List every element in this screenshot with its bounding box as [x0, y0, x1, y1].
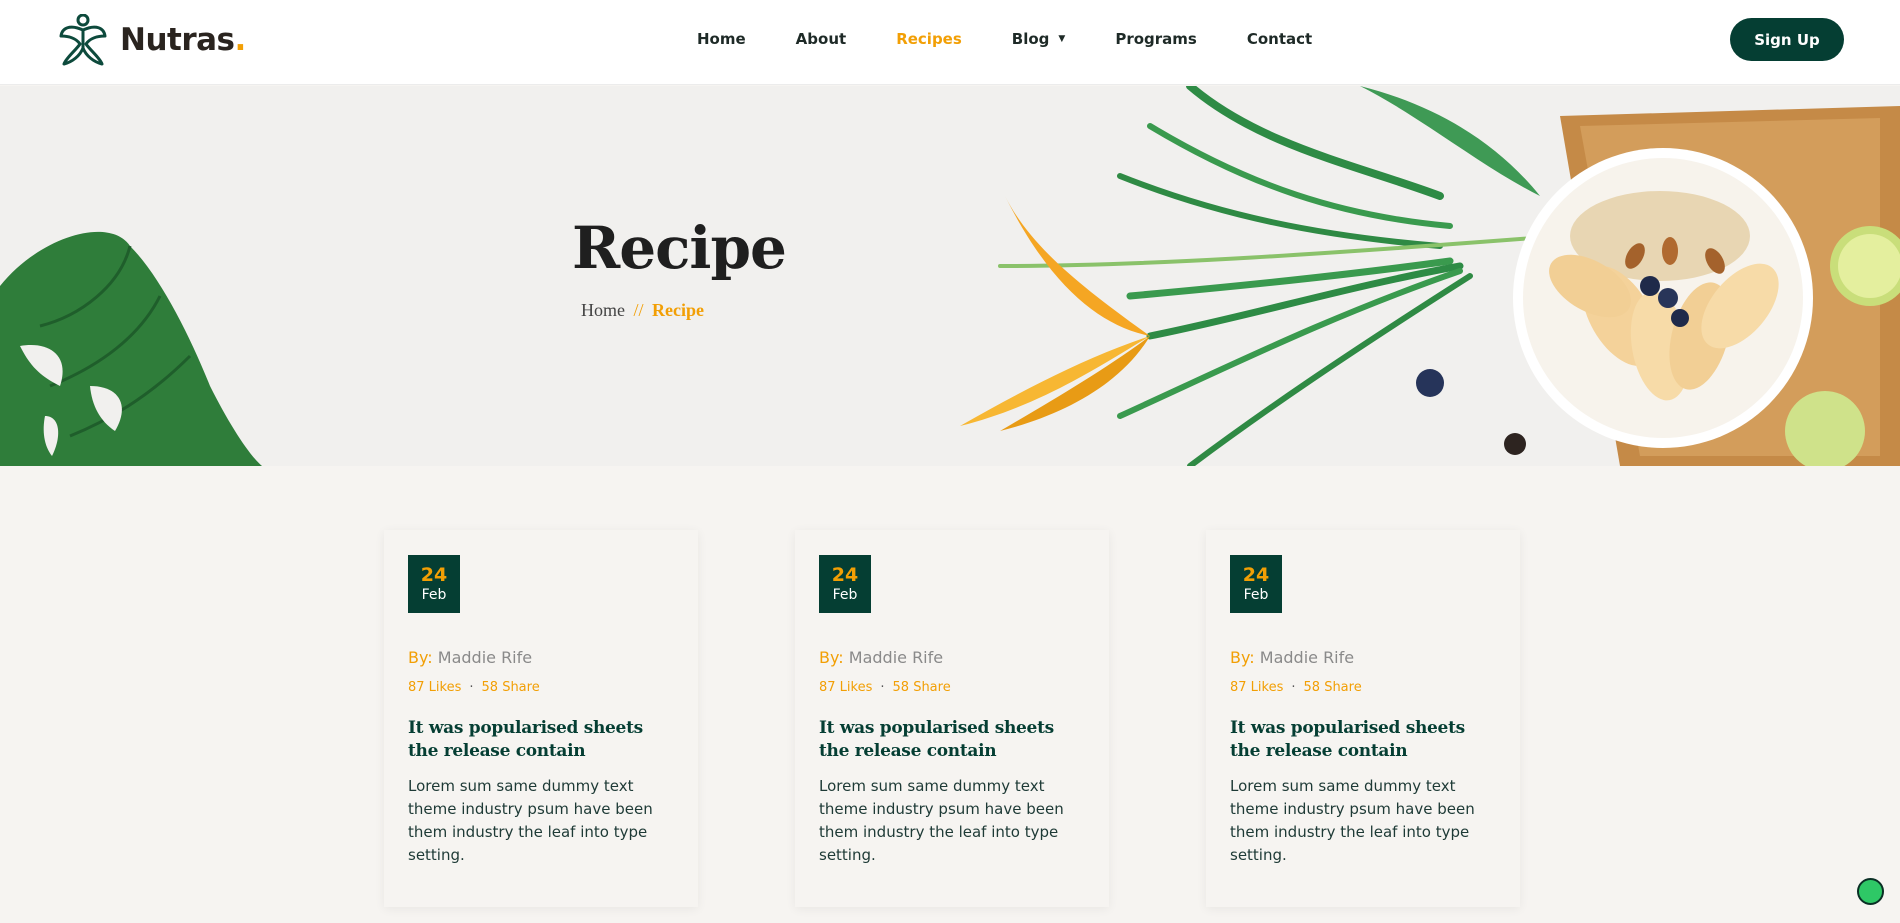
caret-down-icon: ▼	[1058, 34, 1066, 44]
post-meta: 87 Likes · 58 Share	[819, 680, 951, 695]
monstera-leaf-illustration	[0, 231, 262, 466]
meta-separator: ·	[469, 680, 474, 695]
nav-item-home[interactable]: Home	[697, 30, 746, 48]
date-badge: 24 Feb	[408, 555, 460, 613]
hero-background-image	[0, 86, 1900, 466]
date-month: Feb	[1243, 587, 1269, 603]
sign-up-button[interactable]: Sign Up	[1730, 18, 1844, 61]
author-label: By:	[1230, 648, 1255, 667]
author-line: By: Maddie Rife	[1230, 648, 1354, 667]
breadcrumb-home-link[interactable]: Home	[581, 300, 625, 320]
breadcrumb-separator: //	[633, 300, 644, 320]
nav-item-recipes[interactable]: Recipes	[896, 30, 962, 48]
likes-count: 87 Likes	[408, 680, 462, 695]
author-line: By: Maddie Rife	[408, 648, 532, 667]
bird-of-paradise-flower-illustration	[960, 196, 1150, 431]
date-badge: 24 Feb	[1230, 555, 1282, 613]
date-day: 24	[420, 564, 448, 586]
recipe-card[interactable]: 24 Feb By: Maddie Rife 87 Likes · 58 Share…	[384, 530, 698, 907]
nav-item-blog[interactable]: Blog ▼	[1012, 30, 1066, 48]
author-label: By:	[819, 648, 844, 667]
shares-count: 58 Share	[481, 680, 540, 695]
leaf-person-logo-icon	[59, 14, 107, 66]
fruit-bowl-illustration	[1513, 148, 1813, 448]
author-name: Maddie Rife	[848, 648, 944, 667]
chat-bubble-icon[interactable]	[1857, 878, 1884, 905]
shares-count: 58 Share	[892, 680, 951, 695]
date-month: Feb	[832, 587, 858, 603]
date-day: 24	[1242, 564, 1270, 586]
breadcrumb: Home // Recipe	[581, 300, 704, 321]
date-badge: 24 Feb	[819, 555, 871, 613]
author-line: By: Maddie Rife	[819, 648, 943, 667]
brand-logo[interactable]: Nutras.	[58, 14, 246, 66]
meta-separator: ·	[1291, 680, 1296, 695]
author-name: Maddie Rife	[437, 648, 533, 667]
recipe-card[interactable]: 24 Feb By: Maddie Rife 87 Likes · 58 Share…	[795, 530, 1109, 907]
post-meta: 87 Likes · 58 Share	[1230, 680, 1362, 695]
shares-count: 58 Share	[1303, 680, 1362, 695]
likes-count: 87 Likes	[819, 680, 873, 695]
main-nav: Home About Recipes Blog ▼ Programs Conta…	[697, 30, 1362, 48]
recipe-card-list: 24 Feb By: Maddie Rife 87 Likes · 58 Share…	[384, 530, 1520, 907]
date-day: 24	[831, 564, 859, 586]
blueberry-illustration	[1504, 433, 1526, 455]
likes-count: 87 Likes	[1230, 680, 1284, 695]
page-title: Recipe	[572, 214, 787, 282]
card-title[interactable]: It was popularised sheets the release co…	[1230, 717, 1500, 763]
author-label: By:	[408, 648, 433, 667]
page-hero: Recipe Home // Recipe	[0, 86, 1900, 466]
nav-item-programs[interactable]: Programs	[1115, 30, 1197, 48]
blueberry-illustration	[1416, 369, 1444, 397]
meta-separator: ·	[880, 680, 885, 695]
author-name: Maddie Rife	[1259, 648, 1355, 667]
card-title[interactable]: It was popularised sheets the release co…	[408, 717, 678, 763]
nav-item-blog-label: Blog	[1011, 30, 1050, 48]
recipe-card[interactable]: 24 Feb By: Maddie Rife 87 Likes · 58 Share…	[1206, 530, 1520, 907]
breadcrumb-current: Recipe	[652, 300, 704, 320]
site-header: Nutras. Home About Recipes Blog ▼ Progra…	[0, 0, 1900, 85]
date-month: Feb	[421, 587, 447, 603]
card-excerpt: Lorem sum same dummy text theme industry…	[819, 777, 1064, 864]
nav-item-contact[interactable]: Contact	[1247, 30, 1312, 48]
brand-name: Nutras.	[120, 22, 246, 58]
post-meta: 87 Likes · 58 Share	[408, 680, 540, 695]
card-excerpt: Lorem sum same dummy text theme industry…	[1230, 777, 1475, 864]
card-excerpt: Lorem sum same dummy text theme industry…	[408, 777, 653, 864]
card-title[interactable]: It was popularised sheets the release co…	[819, 717, 1089, 763]
nav-item-about[interactable]: About	[796, 30, 847, 48]
palm-leaves-illustration	[998, 86, 1562, 466]
